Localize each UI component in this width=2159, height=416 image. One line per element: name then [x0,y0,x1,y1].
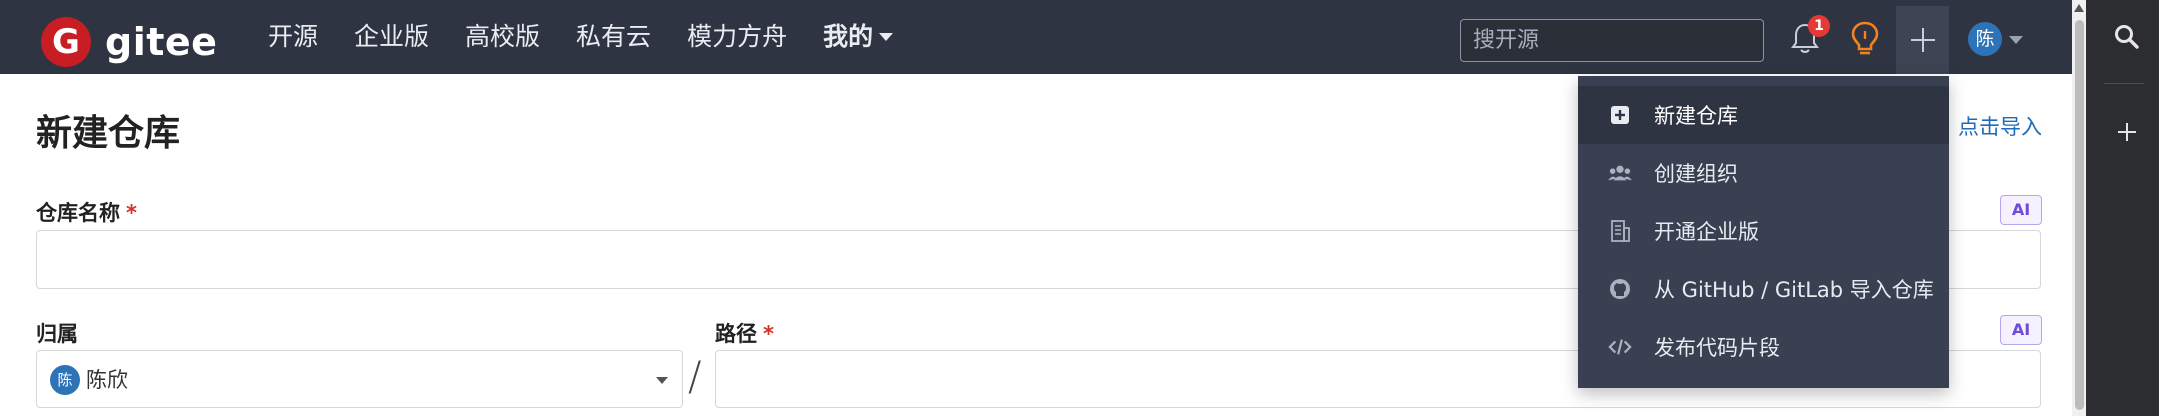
scroll-up-icon[interactable] [2074,4,2084,12]
path-label: 路径 * [715,318,774,348]
nav-item-enterprise[interactable]: 企业版 [336,0,447,74]
required-mark: * [763,322,774,346]
gitee-logo[interactable]: G gitee [41,17,217,67]
chevron-down-icon [879,33,894,41]
notification-badge: 1 [1808,15,1830,37]
nav-item-education[interactable]: 高校版 [447,0,558,74]
nav-item-mine[interactable]: 我的 [805,0,911,74]
menu-item-label: 从 GitHub / GitLab 导入仓库 [1654,278,1934,302]
main-nav: 开源 企业版 高校版 私有云 模力方舟 我的 [250,0,911,74]
github-icon [1608,277,1632,301]
plus-square-icon [1608,103,1632,127]
side-search-icon[interactable] [2114,24,2140,50]
search-input[interactable] [1460,19,1764,62]
import-link[interactable]: 点击导入 [1958,111,2042,141]
menu-item-create-org[interactable]: 创建组织 [1578,144,1949,202]
gitee-logo-text: gitee [105,20,218,64]
owner-label: 归属 [36,322,78,346]
scrollbar-thumb[interactable] [2075,20,2084,410]
user-avatar[interactable]: 陈 [1968,22,2002,56]
user-menu-chevron-icon[interactable] [2009,36,2023,44]
menu-item-enterprise[interactable]: 开通企业版 [1578,202,1949,260]
owner-select[interactable] [36,350,683,408]
nav-item-open-source[interactable]: 开源 [250,0,336,74]
building-icon [1608,219,1632,243]
lightbulb-icon[interactable] [1848,20,1882,58]
nav-item-private-cloud[interactable]: 私有云 [558,0,669,74]
menu-item-publish-snippet[interactable]: 发布代码片段 [1578,318,1949,376]
owner-chevron-down-icon[interactable] [656,377,668,384]
ai-assist-button[interactable]: AI [2000,315,2042,345]
page-title: 新建仓库 [36,113,181,154]
gitee-logo-mark: G [41,17,91,67]
required-mark: * [126,201,137,225]
path-label-text: 路径 [715,322,757,346]
create-new-button[interactable] [1896,6,1949,74]
create-dropdown-menu: 新建仓库 创建组织 开通企业版 从 GitHub / GitLab 导入仓库 发… [1578,76,1949,388]
users-icon [1608,161,1632,185]
nav-mine-label: 我的 [823,22,874,51]
path-separator: / [688,354,702,400]
menu-item-label: 发布代码片段 [1654,336,1780,360]
owner-select-value: 陈欣 [86,368,128,392]
repo-name-label: 仓库名称 * [36,197,137,227]
owner-avatar: 陈 [50,365,80,395]
plus-icon [1910,28,1935,52]
menu-item-label: 新建仓库 [1654,104,1738,128]
menu-item-new-repo[interactable]: 新建仓库 [1578,86,1949,144]
menu-item-label: 创建组织 [1654,162,1738,186]
side-add-icon[interactable] [2117,122,2137,142]
repo-name-label-text: 仓库名称 [36,201,120,225]
menu-item-import-repo[interactable]: 从 GitHub / GitLab 导入仓库 [1578,260,1949,318]
side-divider [2104,83,2144,84]
nav-item-moli-fangzhou[interactable]: 模力方舟 [669,0,805,74]
ai-assist-button[interactable]: AI [2000,195,2042,225]
menu-item-label: 开通企业版 [1654,220,1759,244]
code-icon [1608,335,1632,359]
